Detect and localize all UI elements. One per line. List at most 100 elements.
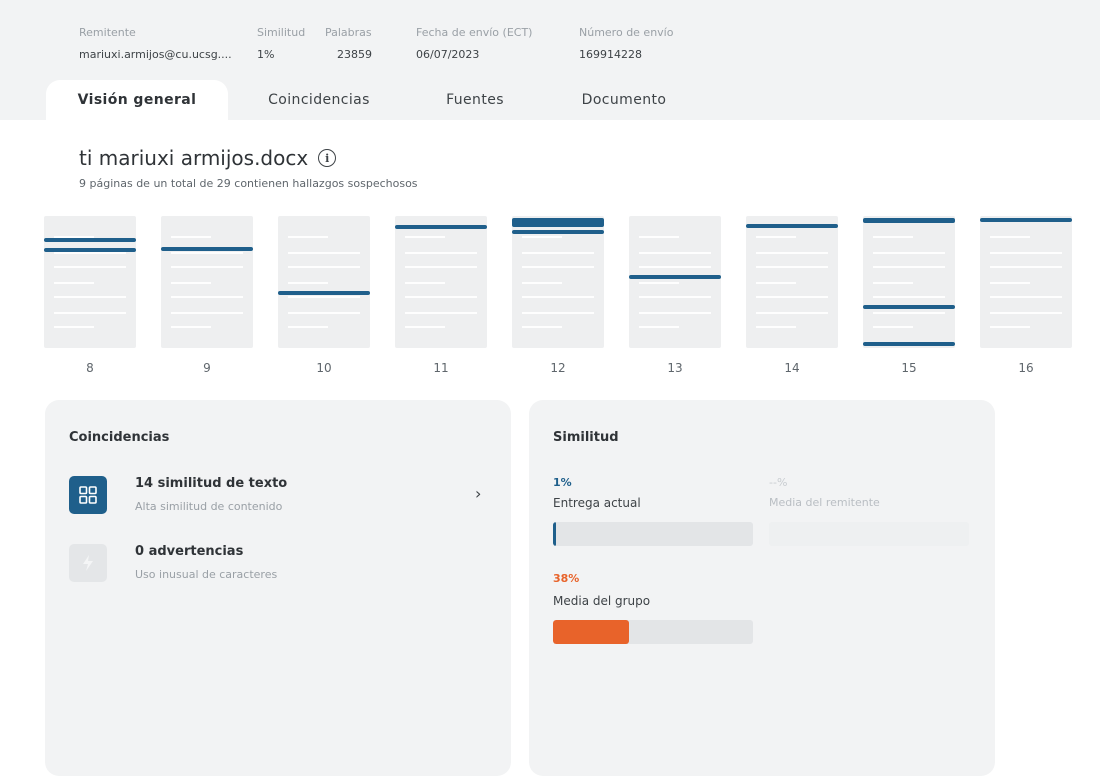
meta-value: 23859 [337, 48, 372, 61]
thumbnail-text-line [639, 312, 711, 314]
meta-label: Similitud [257, 26, 306, 39]
sender-avg-label: Media del remitente [769, 496, 880, 509]
thumbnail-text-line [522, 282, 562, 284]
meta-words: Palabras 23859 [325, 26, 372, 61]
thumbnail-text-line [405, 252, 477, 254]
page-thumbnail[interactable] [629, 216, 721, 348]
thumbnail-text-line [756, 296, 828, 298]
thumbnail-text-line [522, 326, 562, 328]
match-highlight [863, 305, 955, 309]
meta-submit-date: Fecha de envío (ECT) 06/07/2023 [416, 26, 532, 61]
tab-document[interactable]: Documento [560, 80, 688, 120]
tab-matches[interactable]: Coincidencias [236, 80, 402, 120]
thumbnail-text-line [54, 312, 126, 314]
thumbnail-text-line [405, 236, 445, 238]
thumbnail-text-line [288, 282, 328, 284]
current-bar [553, 522, 753, 546]
thumbnail-text-line [873, 282, 913, 284]
thumbnail-text-line [990, 236, 1030, 238]
meta-value: 1% [257, 48, 275, 61]
match-highlight [161, 247, 253, 251]
similarity-card-title: Similitud [553, 430, 619, 445]
page-number: 16 [1018, 361, 1034, 375]
group-avg-bar [553, 620, 753, 644]
thumbnail-text-line [873, 296, 945, 298]
page-number: 12 [550, 361, 566, 375]
thumbnail-text-line [171, 326, 211, 328]
thumbnail-text-line [171, 282, 211, 284]
thumbnail-text-line [639, 282, 679, 284]
thumbnail-text-line [990, 282, 1030, 284]
thumbnail-text-line [54, 296, 126, 298]
thumbnail-text-line [873, 236, 913, 238]
thumbnail-text-line [405, 296, 477, 298]
document-title: ti mariuxi armijos.docx i [79, 146, 337, 170]
thumbnail-text-line [522, 296, 594, 298]
thumbnail-text-line [171, 266, 243, 268]
thumbnail-text-line [522, 252, 594, 254]
match-highlight [863, 342, 955, 346]
thumbnail-text-line [171, 296, 243, 298]
meta-label: Remitente [79, 26, 136, 39]
sender-avg-bar [769, 522, 969, 546]
match-highlight [863, 218, 955, 223]
match-highlight [278, 291, 370, 295]
document-subtitle: 9 páginas de un total de 29 contienen ha… [79, 177, 418, 190]
thumbnail-text-line [288, 296, 360, 298]
thumbnail-text-line [990, 252, 1062, 254]
group-avg-bar-fill [553, 620, 629, 644]
thumbnail-text-line [522, 266, 594, 268]
meta-value: 169914228 [579, 48, 642, 61]
page-thumbnail[interactable] [980, 216, 1072, 348]
page-number: 15 [901, 361, 917, 375]
page-thumbnail[interactable] [746, 216, 838, 348]
grid-icon [69, 476, 107, 514]
thumbnail-text-line [171, 236, 211, 238]
page-number: 14 [784, 361, 800, 375]
chevron-right-icon[interactable]: › [475, 484, 481, 503]
thumbnail-text-line [405, 282, 445, 284]
meta-sender: Remitente mariuxi.armijos@cu.ucsg.... [79, 26, 232, 61]
page-thumbnail[interactable] [512, 216, 604, 348]
page-thumbnail[interactable] [44, 216, 136, 348]
thumbnail-text-line [288, 252, 360, 254]
thumbnail-text-line [756, 266, 828, 268]
thumbnail-text-line [288, 266, 360, 268]
page-thumbnail[interactable] [863, 216, 955, 348]
match-highlight [44, 238, 136, 242]
thumbnail-text-line [405, 326, 445, 328]
thumbnail-text-line [54, 266, 126, 268]
thumbnail-text-line [288, 236, 328, 238]
match-highlight [629, 275, 721, 279]
group-avg-label: Media del grupo [553, 594, 651, 608]
match-highlight [512, 218, 604, 227]
submission-header: Remitente mariuxi.armijos@cu.ucsg.... Si… [0, 0, 1100, 120]
page-thumbnail[interactable] [395, 216, 487, 348]
current-label: Entrega actual [553, 496, 641, 510]
page-number: 11 [433, 361, 449, 375]
match-highlight [746, 224, 838, 228]
meta-value: mariuxi.armijos@cu.ucsg.... [79, 48, 232, 61]
thumbnail-text-line [639, 326, 679, 328]
thumbnail-text-line [171, 312, 243, 314]
thumbnail-text-line [639, 266, 711, 268]
meta-label: Número de envío [579, 26, 674, 39]
tab-sources[interactable]: Fuentes [420, 80, 530, 120]
thumbnail-text-line [756, 326, 796, 328]
thumbnail-text-line [171, 252, 243, 254]
info-icon[interactable]: i [318, 149, 337, 167]
match-highlight [512, 230, 604, 234]
match-subtitle: Uso inusual de caracteres [135, 568, 278, 581]
thumbnail-text-line [639, 236, 679, 238]
thumbnail-text-line [54, 252, 126, 254]
thumbnail-text-line [873, 326, 913, 328]
page-thumbnail[interactable] [278, 216, 370, 348]
thumbnail-text-line [873, 252, 945, 254]
tab-overview[interactable]: Visión general [46, 80, 228, 120]
thumbnail-text-line [405, 266, 477, 268]
thumbnail-text-line [54, 282, 94, 284]
thumbnail-text-line [990, 326, 1030, 328]
matches-card: Coincidencias 14 similitud de texto Alta… [45, 400, 511, 776]
sender-avg-percent: --% [769, 476, 788, 489]
page-thumbnail[interactable] [161, 216, 253, 348]
